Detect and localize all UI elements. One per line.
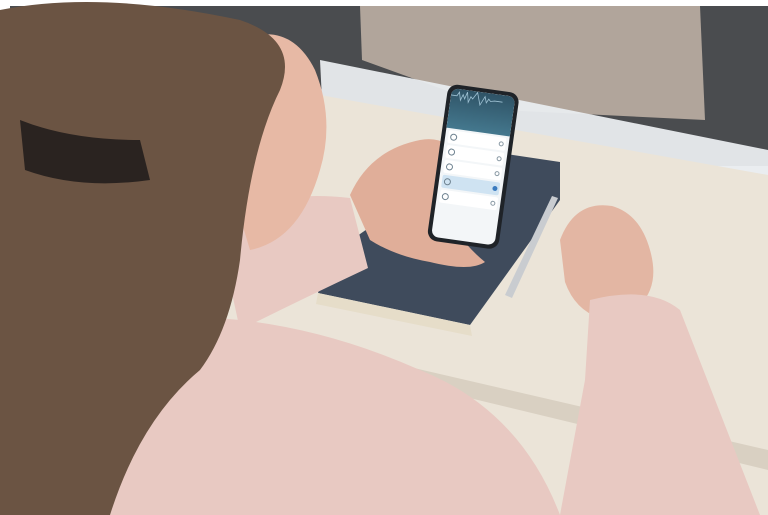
program-label [455, 168, 494, 173]
photo-illustration [0, 0, 768, 515]
headphones-icon [449, 133, 458, 142]
program-sublabel [455, 168, 494, 173]
program-sublabel [457, 153, 496, 158]
program-radio[interactable] [491, 185, 498, 192]
program-label [453, 183, 492, 188]
program-sublabel [459, 138, 498, 143]
program-list [435, 128, 509, 215]
program-label [459, 138, 498, 143]
speaker-icon [447, 148, 456, 157]
program-radio[interactable] [493, 170, 500, 177]
program-sublabel [453, 183, 492, 188]
hearing-icon [443, 177, 452, 186]
program-radio[interactable] [489, 200, 496, 207]
photo-scene [0, 0, 768, 515]
settings-icon [445, 162, 454, 171]
program-radio[interactable] [495, 155, 502, 162]
program-radio[interactable] [497, 140, 505, 147]
program-label [457, 153, 496, 158]
program-label [451, 197, 490, 202]
headphones-icon [441, 192, 450, 201]
program-sublabel [451, 197, 490, 202]
